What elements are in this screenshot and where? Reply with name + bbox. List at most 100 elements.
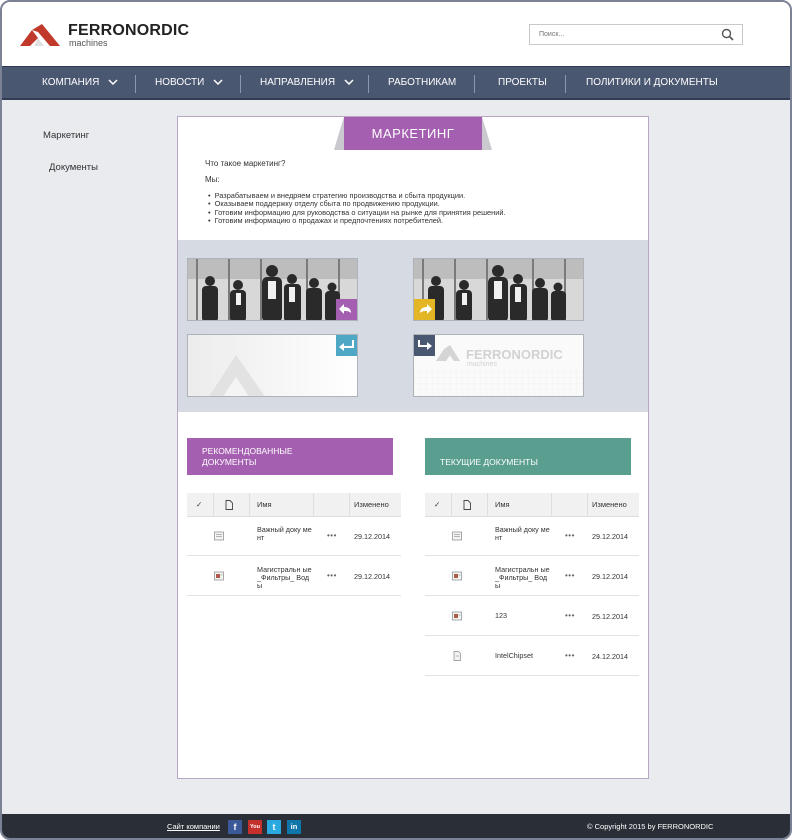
brand-watermark <box>414 335 583 396</box>
presentation-icon <box>214 571 224 581</box>
file-type-icon <box>463 500 471 510</box>
page-title: МАРКЕТИНГ <box>344 117 482 150</box>
current-docs-header: ТЕКУЩИЕ ДОКУМЕНТЫ <box>425 438 631 475</box>
nav-label: РАБОТНИКАМ <box>388 77 457 88</box>
select-all-checkbox[interactable]: ✓ <box>434 493 440 517</box>
modified-date: 29.12.2014 <box>354 532 390 541</box>
nav-item-policies[interactable]: ПОЛИТИКИ И ДОКУМЕНТЫ <box>586 67 718 99</box>
column-header-name[interactable]: Имя <box>495 493 510 517</box>
table-row[interactable]: Магистральн ые_Фильтры_ Воды ••• 29.12.2… <box>425 557 639 596</box>
image-gallery: FERRONORDIC machines <box>178 240 648 412</box>
nav-divider <box>368 75 369 93</box>
facebook-icon[interactable]: f <box>228 820 242 834</box>
document-name-link[interactable]: Важный доку мент <box>257 526 313 542</box>
document-icon <box>214 531 224 541</box>
nav-label: КОМПАНИЯ <box>42 77 100 88</box>
file-type-icon <box>225 500 233 510</box>
intro-question: Что такое маркетинг? <box>205 159 286 168</box>
watermark-brand-name: FERRONORDIC <box>466 347 563 362</box>
brand-subtitle: machines <box>69 38 108 48</box>
browser-frame: FERRONORDIC machines КОМПАНИЯ НОВОСТИ НА… <box>0 0 792 840</box>
nav-item-employees[interactable]: РАБОТНИКАМ <box>388 67 456 99</box>
nav-item-news[interactable]: НОВОСТИ <box>155 67 223 99</box>
table-header: ✓ Имя Изменено <box>187 493 401 517</box>
more-options-button[interactable]: ••• <box>565 611 575 620</box>
brand-watermark-tile[interactable]: FERRONORDIC machines <box>413 334 584 397</box>
column-header-modified[interactable]: Изменено <box>354 493 389 517</box>
sidebar-item-marketing[interactable]: Маркетинг <box>43 130 89 141</box>
banner-ribbon-right <box>482 117 492 150</box>
team-photo-tile[interactable] <box>413 258 584 321</box>
document-name-link[interactable]: Магистральн ые_Фильтры_ Воды <box>495 566 551 590</box>
intro-we: Мы: <box>205 175 220 184</box>
youtube-icon[interactable]: You <box>248 820 262 834</box>
column-divider <box>349 493 350 517</box>
more-options-button[interactable]: ••• <box>327 531 337 540</box>
sidebar-item-documents[interactable]: Документы <box>49 162 98 173</box>
document-name-link[interactable]: Важный доку мент <box>495 526 551 542</box>
nav-item-projects[interactable]: ПРОЕКТЫ <box>498 67 547 99</box>
site-header: FERRONORDIC machines <box>2 2 790 66</box>
more-options-button[interactable]: ••• <box>565 651 575 660</box>
twitter-icon[interactable]: t <box>267 820 281 834</box>
nav-divider <box>135 75 136 93</box>
modified-date: 24.12.2014 <box>592 652 628 661</box>
nav-label: НАПРАВЛЕНИЯ <box>260 77 336 88</box>
column-header-name[interactable]: Имя <box>257 493 272 517</box>
column-divider <box>551 493 552 517</box>
nav-item-directions[interactable]: НАПРАВЛЕНИЯ <box>260 67 354 99</box>
select-all-checkbox[interactable]: ✓ <box>196 493 202 517</box>
search-icon[interactable] <box>721 28 734 41</box>
document-name-link[interactable]: IntelChipset <box>495 652 551 660</box>
reply-arrow-icon[interactable] <box>336 299 357 320</box>
main-navigation: КОМПАНИЯ НОВОСТИ НАПРАВЛЕНИЯ РАБОТНИКАМ … <box>2 66 790 100</box>
file-icon <box>453 651 461 661</box>
table-row[interactable]: 123 ••• 25.12.2014 <box>425 597 639 636</box>
table-row[interactable]: Магистральн ые_Фильтры_ Воды ••• 29.12.2… <box>187 557 401 596</box>
column-header-modified[interactable]: Изменено <box>592 493 627 517</box>
recommended-docs-header: РЕКОМЕНДОВАННЫЕ ДОКУМЕНТЫ <box>187 438 393 475</box>
list-item: Готовим информацию о продажах и предпочт… <box>208 216 506 225</box>
column-divider <box>313 493 314 517</box>
linkedin-icon[interactable]: in <box>287 820 301 834</box>
nav-divider <box>565 75 566 93</box>
table-header: ✓ Имя Изменено <box>425 493 639 517</box>
more-options-button[interactable]: ••• <box>565 571 575 580</box>
team-photo <box>188 259 357 320</box>
more-options-button[interactable]: ••• <box>327 571 337 580</box>
chevron-down-icon <box>108 79 118 86</box>
column-divider <box>213 493 214 517</box>
nav-label: ПОЛИТИКИ И ДОКУМЕНТЫ <box>586 77 718 88</box>
more-options-button[interactable]: ••• <box>565 531 575 540</box>
document-name-link[interactable]: 123 <box>495 612 551 620</box>
search-box <box>529 24 743 45</box>
document-icon <box>452 531 462 541</box>
team-photo <box>414 259 583 320</box>
document-name-link[interactable]: Магистральн ые_Фильтры_ Воды <box>257 566 313 590</box>
column-divider <box>451 493 452 517</box>
brand-logo[interactable]: FERRONORDIC machines <box>20 22 190 52</box>
modified-date: 29.12.2014 <box>592 572 628 581</box>
recommended-title-line2: ДОКУМЕНТЫ <box>202 457 257 467</box>
nav-divider <box>240 75 241 93</box>
logo-watermark-tile[interactable] <box>187 334 358 397</box>
table-row[interactable]: Важный доку мент ••• 29.12.2014 <box>425 517 639 556</box>
nav-divider <box>474 75 475 93</box>
team-photo-tile[interactable] <box>187 258 358 321</box>
site-footer: Сайт компании f You t in © Copyright 201… <box>2 814 790 838</box>
table-row[interactable]: Важный доку мент ••• 29.12.2014 <box>187 517 401 556</box>
recommended-title-line1: РЕКОМЕНДОВАННЫЕ <box>202 446 293 456</box>
content-card: МАРКЕТИНГ Что такое маркетинг? Мы: Разра… <box>177 116 649 779</box>
copyright-text: © Copyright 2015 by FERRONORDIC <box>587 822 714 831</box>
modified-date: 25.12.2014 <box>592 612 628 621</box>
return-arrow-icon[interactable] <box>336 335 357 356</box>
redirect-arrow-icon[interactable] <box>414 335 435 356</box>
presentation-icon <box>452 571 462 581</box>
column-divider <box>487 493 488 517</box>
mission-list: Разрабатываем и внедряем стратегию произ… <box>208 191 506 225</box>
search-input[interactable] <box>530 25 716 44</box>
forward-arrow-icon[interactable] <box>414 299 435 320</box>
company-site-link[interactable]: Сайт компании <box>167 822 220 831</box>
nav-item-company[interactable]: КОМПАНИЯ <box>42 67 118 99</box>
table-row[interactable]: IntelChipset ••• 24.12.2014 <box>425 637 639 676</box>
